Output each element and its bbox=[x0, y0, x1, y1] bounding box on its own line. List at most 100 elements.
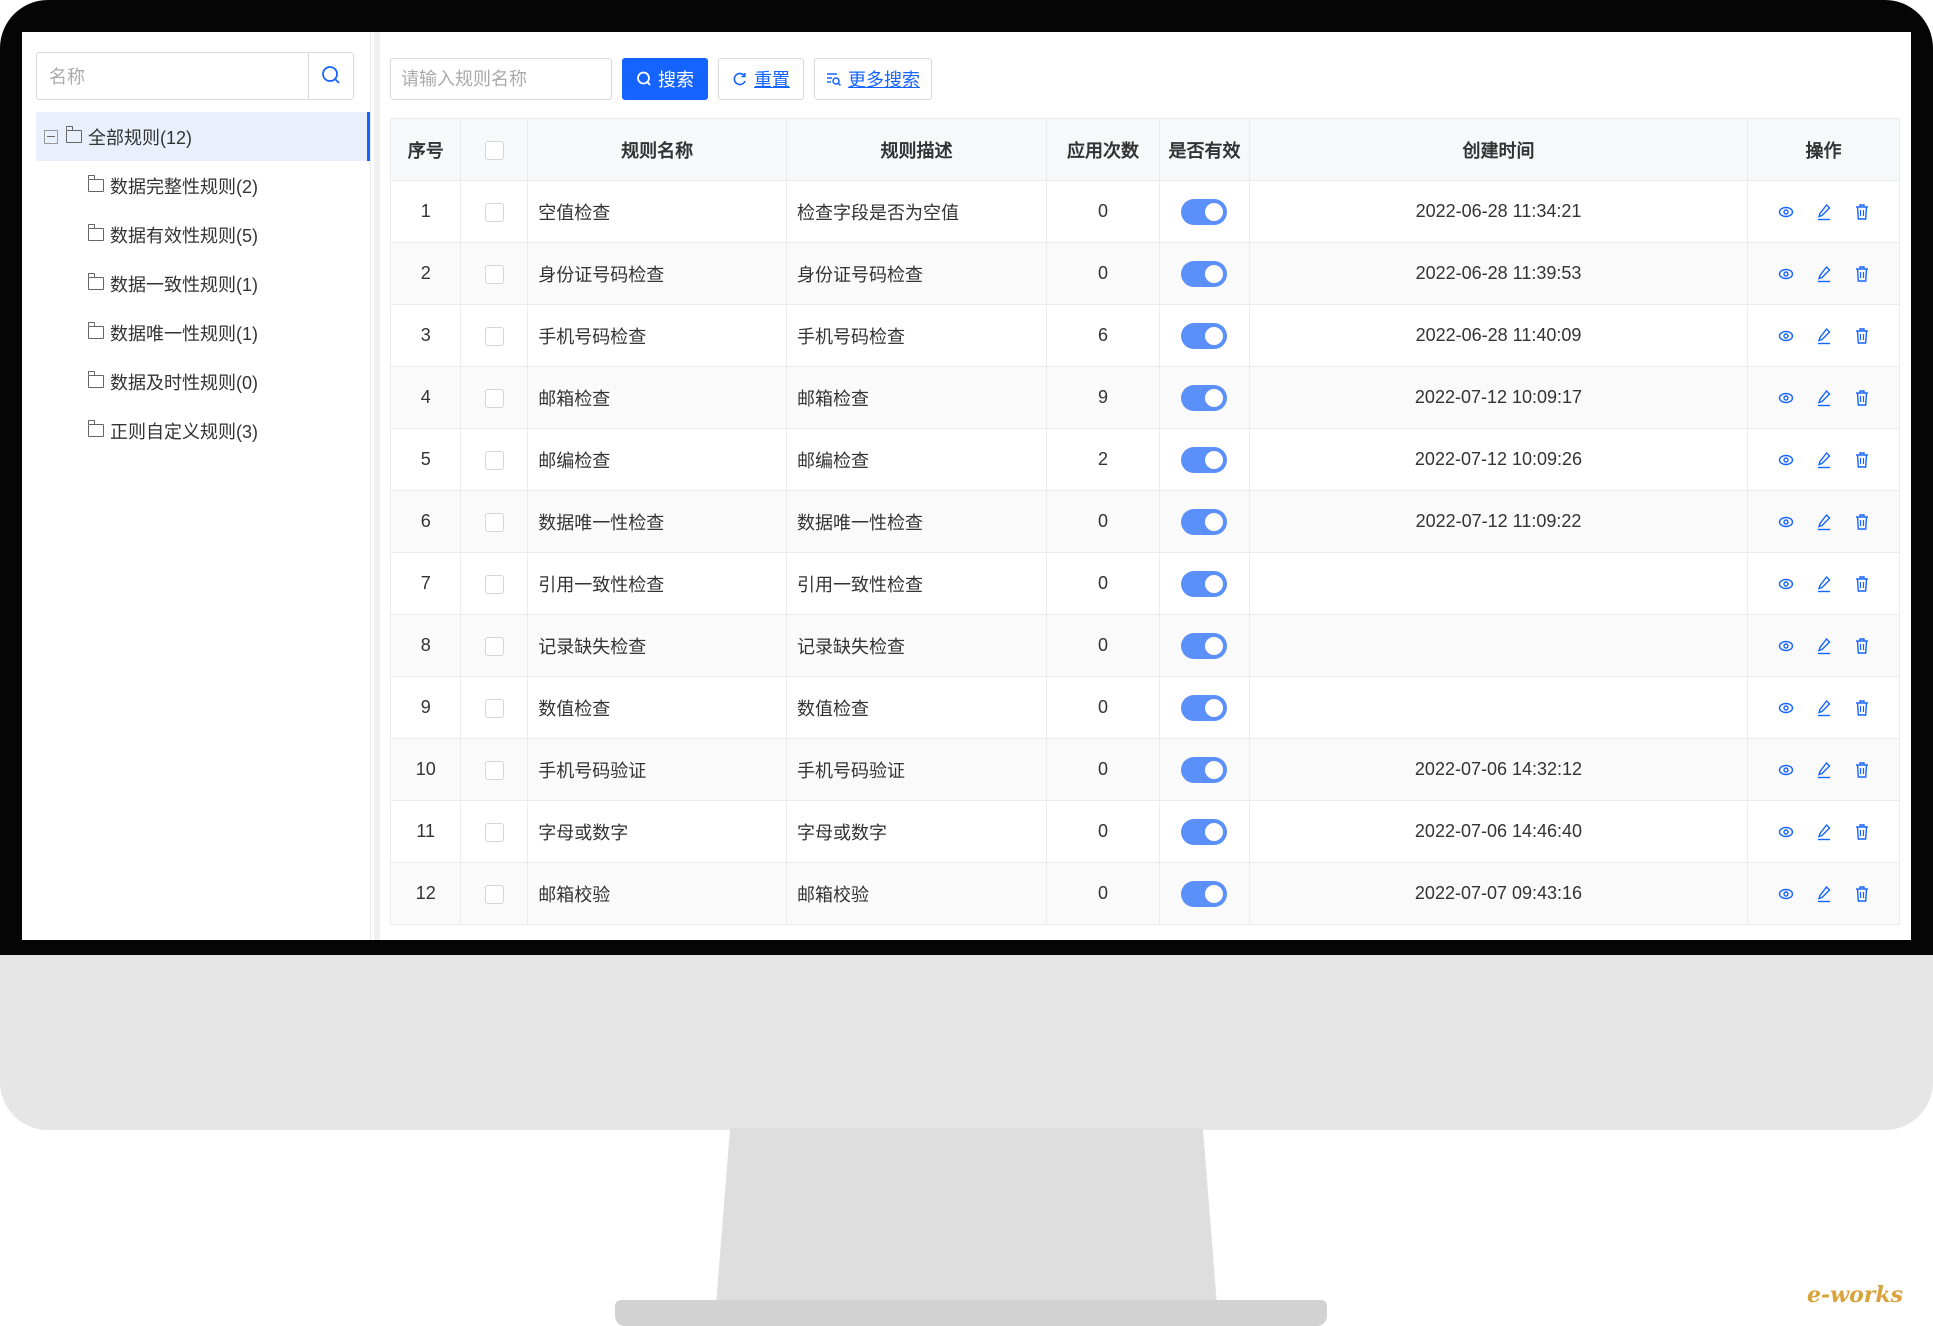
view-icon[interactable] bbox=[1778, 452, 1794, 468]
cell-actions bbox=[1747, 676, 1900, 739]
cell-enabled bbox=[1159, 552, 1250, 615]
cell-usage-count: 2 bbox=[1046, 428, 1161, 491]
delete-icon[interactable] bbox=[1854, 513, 1870, 531]
cell-index: 2 bbox=[389, 242, 462, 305]
edit-icon[interactable] bbox=[1816, 265, 1832, 283]
cell-usage-count: 0 bbox=[1046, 552, 1161, 615]
tree-search-input[interactable] bbox=[47, 63, 301, 91]
tree-node-category[interactable]: 正则自定义规则(3) bbox=[36, 406, 370, 455]
enabled-toggle[interactable] bbox=[1181, 570, 1228, 597]
edit-icon[interactable] bbox=[1816, 513, 1832, 531]
row-checkbox[interactable] bbox=[484, 574, 504, 594]
delete-icon[interactable] bbox=[1854, 761, 1870, 779]
enabled-toggle[interactable] bbox=[1181, 880, 1228, 907]
folder-icon bbox=[87, 224, 104, 241]
delete-icon[interactable] bbox=[1854, 699, 1870, 717]
collapse-icon[interactable] bbox=[44, 129, 58, 144]
rule-name-search-input[interactable] bbox=[390, 58, 612, 100]
tree-node-category[interactable]: 数据唯一性规则(1) bbox=[36, 308, 370, 357]
cell-actions bbox=[1747, 552, 1900, 615]
enabled-toggle[interactable] bbox=[1181, 818, 1228, 845]
row-checkbox[interactable] bbox=[484, 822, 504, 842]
row-checkbox[interactable] bbox=[484, 326, 504, 346]
edit-icon[interactable] bbox=[1816, 823, 1832, 841]
tree-node-label: 全部规则(12) bbox=[88, 127, 193, 148]
delete-icon[interactable] bbox=[1854, 327, 1870, 345]
enabled-toggle[interactable] bbox=[1181, 384, 1228, 411]
edit-icon[interactable] bbox=[1816, 327, 1832, 345]
view-icon[interactable] bbox=[1778, 824, 1794, 840]
edit-icon[interactable] bbox=[1816, 203, 1832, 221]
cell-select bbox=[460, 862, 529, 925]
tree-node-category[interactable]: 数据完整性规则(2) bbox=[36, 161, 370, 210]
delete-icon[interactable] bbox=[1854, 575, 1870, 593]
view-icon[interactable] bbox=[1778, 514, 1794, 530]
search-button-label: 搜索 bbox=[658, 70, 694, 90]
edit-icon[interactable] bbox=[1816, 885, 1832, 903]
view-icon[interactable] bbox=[1778, 700, 1794, 716]
tree-node-category[interactable]: 数据有效性规则(5) bbox=[36, 210, 370, 259]
edit-icon[interactable] bbox=[1816, 699, 1832, 717]
row-checkbox[interactable] bbox=[484, 636, 504, 656]
cell-rule-name: 数据唯一性检查 bbox=[527, 490, 788, 553]
view-icon[interactable] bbox=[1778, 390, 1794, 406]
view-icon[interactable] bbox=[1778, 638, 1794, 654]
reset-button[interactable]: 重置 bbox=[718, 58, 804, 100]
tree-search-button[interactable] bbox=[308, 53, 353, 99]
tree-node-category[interactable]: 数据一致性规则(1) bbox=[36, 259, 370, 308]
edit-icon[interactable] bbox=[1816, 451, 1832, 469]
delete-icon[interactable] bbox=[1854, 265, 1870, 283]
row-checkbox[interactable] bbox=[484, 884, 504, 904]
row-checkbox[interactable] bbox=[484, 388, 504, 408]
edit-icon[interactable] bbox=[1816, 389, 1832, 407]
delete-icon[interactable] bbox=[1854, 451, 1870, 469]
delete-icon[interactable] bbox=[1854, 823, 1870, 841]
cell-enabled bbox=[1159, 676, 1250, 739]
cell-rule-desc: 身份证号码检查 bbox=[786, 242, 1048, 305]
delete-icon[interactable] bbox=[1854, 389, 1870, 407]
cell-usage-count: 0 bbox=[1046, 180, 1161, 243]
row-checkbox[interactable] bbox=[484, 698, 504, 718]
row-checkbox[interactable] bbox=[484, 760, 504, 780]
edit-icon[interactable] bbox=[1816, 575, 1832, 593]
enabled-toggle[interactable] bbox=[1181, 198, 1228, 225]
tree-node-all-rules[interactable]: 全部规则(12) bbox=[36, 112, 370, 161]
view-icon[interactable] bbox=[1778, 762, 1794, 778]
enabled-toggle[interactable] bbox=[1181, 632, 1228, 659]
panel-splitter[interactable] bbox=[374, 32, 380, 940]
column-header-actions: 操作 bbox=[1747, 118, 1900, 181]
cell-rule-desc: 邮编检查 bbox=[786, 428, 1048, 491]
edit-icon[interactable] bbox=[1816, 761, 1832, 779]
cell-index: 7 bbox=[389, 552, 462, 615]
row-checkbox[interactable] bbox=[484, 264, 504, 284]
view-icon[interactable] bbox=[1778, 266, 1794, 282]
enabled-toggle[interactable] bbox=[1181, 322, 1228, 349]
enabled-toggle[interactable] bbox=[1181, 756, 1228, 783]
enabled-toggle[interactable] bbox=[1181, 446, 1228, 473]
row-checkbox[interactable] bbox=[484, 512, 504, 532]
view-icon[interactable] bbox=[1778, 328, 1794, 344]
table-row: 8 记录缺失检查 记录缺失检查 0 bbox=[389, 614, 1900, 677]
cell-usage-count: 0 bbox=[1046, 242, 1161, 305]
table-row: 4 邮箱检查 邮箱检查 9 2022-07-12 10:09:17 bbox=[389, 366, 1900, 429]
delete-icon[interactable] bbox=[1854, 637, 1870, 655]
delete-icon[interactable] bbox=[1854, 203, 1870, 221]
cell-select bbox=[460, 738, 529, 801]
row-checkbox[interactable] bbox=[484, 202, 504, 222]
search-button[interactable]: 搜索 bbox=[622, 58, 708, 100]
enabled-toggle[interactable] bbox=[1181, 508, 1228, 535]
view-icon[interactable] bbox=[1778, 576, 1794, 592]
select-all-checkbox[interactable] bbox=[484, 140, 504, 160]
row-actions bbox=[1748, 699, 1899, 717]
delete-icon[interactable] bbox=[1854, 885, 1870, 903]
more-search-button[interactable]: 更多搜索 bbox=[814, 58, 932, 100]
view-icon[interactable] bbox=[1778, 204, 1794, 220]
enabled-toggle[interactable] bbox=[1181, 694, 1228, 721]
cell-created-time: 2022-07-12 11:09:22 bbox=[1248, 490, 1749, 553]
edit-icon[interactable] bbox=[1816, 637, 1832, 655]
tree-node-category[interactable]: 数据及时性规则(0) bbox=[36, 357, 370, 406]
row-checkbox[interactable] bbox=[484, 450, 504, 470]
table-row: 3 手机号码检查 手机号码检查 6 2022-06-28 11:40:09 bbox=[389, 304, 1900, 367]
enabled-toggle[interactable] bbox=[1181, 260, 1228, 287]
view-icon[interactable] bbox=[1778, 886, 1794, 902]
